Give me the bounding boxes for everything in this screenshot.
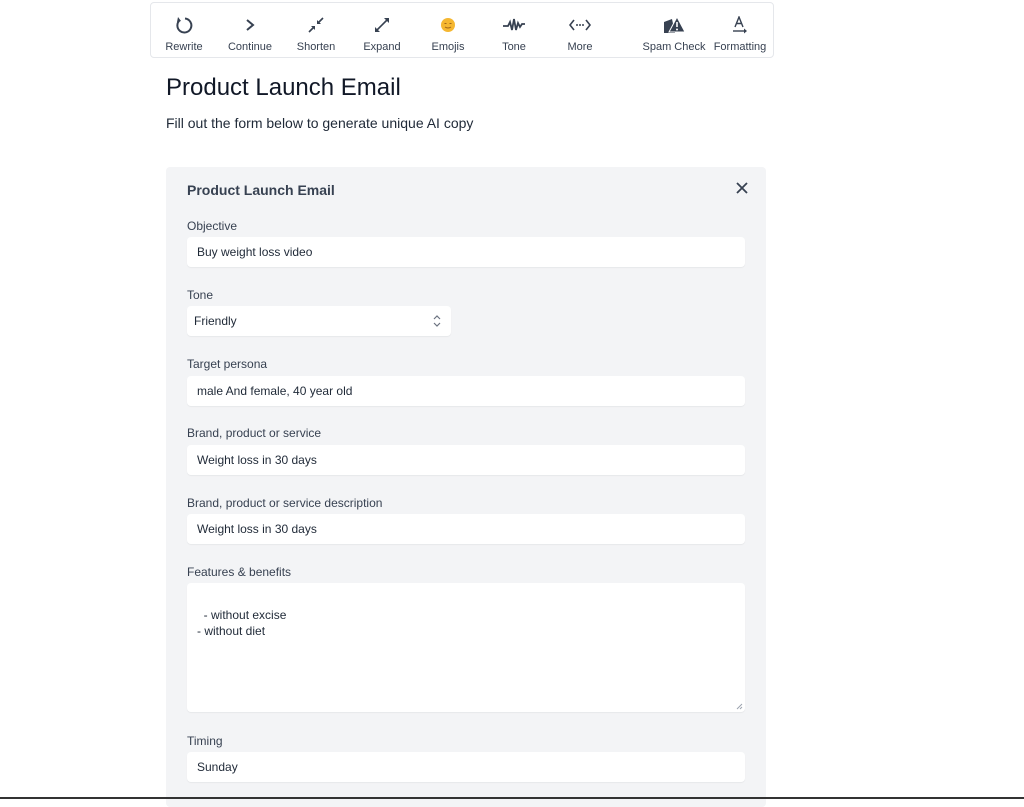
waveform-icon xyxy=(503,14,525,36)
features-label: Features & benefits xyxy=(187,565,292,579)
formatting-button[interactable]: Formatting xyxy=(707,3,773,59)
brand-input[interactable]: Weight loss in 30 days xyxy=(187,445,745,475)
features-value: - without excise - without diet xyxy=(197,608,287,638)
page-subtitle: Fill out the form below to generate uniq… xyxy=(166,115,474,131)
persona-label: Target persona xyxy=(187,357,268,371)
expand-button[interactable]: Expand xyxy=(349,3,415,59)
shrink-icon xyxy=(308,14,324,36)
page-title: Product Launch Email xyxy=(166,74,401,101)
select-chevron-icon xyxy=(433,315,441,327)
tone-label: Tone xyxy=(187,288,214,302)
emoji-icon xyxy=(440,14,456,36)
rewrite-icon xyxy=(175,14,193,36)
brand-label: Brand, product or service xyxy=(187,426,322,440)
tone-value: Friendly xyxy=(194,314,237,328)
form-title: Product Launch Email xyxy=(187,182,335,198)
more-icon xyxy=(569,14,591,36)
form-card: Product Launch Email Objective Buy weigh… xyxy=(166,167,766,807)
spam-warning-icon xyxy=(663,14,685,36)
objective-label: Objective xyxy=(187,219,238,233)
rewrite-button[interactable]: Rewrite xyxy=(151,3,217,59)
persona-input[interactable]: male And female, 40 year old xyxy=(187,376,745,406)
objective-input[interactable]: Buy weight loss video xyxy=(187,237,745,267)
tone-button[interactable]: Tone xyxy=(481,3,547,59)
more-button[interactable]: More xyxy=(547,3,613,59)
tone-select[interactable]: Friendly xyxy=(187,306,451,336)
chevron-right-icon xyxy=(244,14,256,36)
resize-handle-icon[interactable] xyxy=(736,703,743,710)
continue-button[interactable]: Continue xyxy=(217,3,283,59)
emojis-button[interactable]: Emojis xyxy=(415,3,481,59)
formatting-icon xyxy=(731,14,749,36)
ai-toolbar: Rewrite Continue Shorten Expand Emojis T… xyxy=(150,2,774,58)
features-textarea[interactable]: - without excise - without diet xyxy=(187,583,745,712)
shorten-button[interactable]: Shorten xyxy=(283,3,349,59)
timing-input[interactable]: Sunday xyxy=(187,752,745,782)
spam-check-button[interactable]: Spam Check xyxy=(641,3,707,59)
close-icon[interactable] xyxy=(734,180,750,196)
expand-icon xyxy=(374,14,390,36)
description-input[interactable]: Weight loss in 30 days xyxy=(187,514,745,544)
description-label: Brand, product or service description xyxy=(187,496,383,510)
timing-label: Timing xyxy=(187,734,223,748)
